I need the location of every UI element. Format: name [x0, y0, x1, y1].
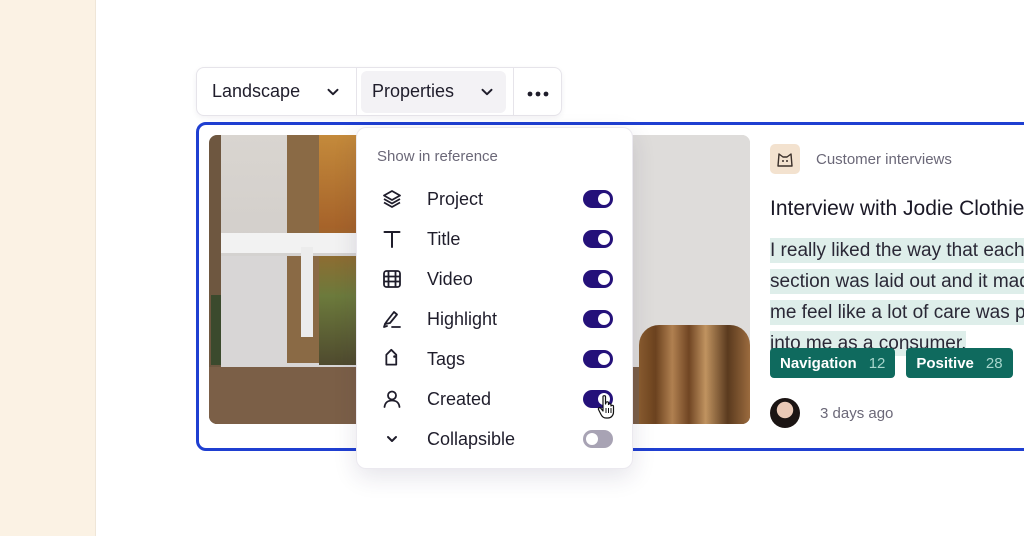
property-label: Tags	[427, 348, 466, 369]
created-timestamp: 3 days ago	[820, 404, 894, 422]
layout-label: Landscape	[212, 81, 301, 101]
properties-label: Properties	[372, 81, 455, 101]
property-toggle[interactable]	[583, 430, 613, 448]
property-toggle[interactable]	[583, 350, 613, 368]
thumbnail-bottle	[211, 295, 221, 365]
property-toggle[interactable]	[583, 190, 613, 208]
property-label: Created	[427, 388, 492, 409]
properties-dropdown: Show in reference Project Title Video Hi…	[356, 127, 633, 469]
created-row: 3 days ago	[770, 398, 893, 428]
reference-details: Customer interviews Interview with Jodie…	[770, 135, 1024, 435]
property-toggle[interactable]	[583, 270, 613, 288]
reference-title: Interview with Jodie Clothier	[770, 197, 1024, 220]
dropdown-heading: Show in reference	[377, 148, 498, 165]
property-item-title[interactable]: Title	[357, 219, 634, 259]
cat-icon	[777, 153, 793, 167]
more-options-button[interactable]	[514, 68, 561, 115]
tag-label: Positive	[916, 354, 974, 372]
property-label: Highlight	[427, 308, 498, 329]
user-icon	[380, 387, 404, 411]
property-item-highlight[interactable]: Highlight	[357, 299, 634, 339]
chevron-down-icon	[380, 427, 404, 451]
tag-label: Navigation	[780, 354, 857, 372]
ellipsis-icon	[527, 81, 549, 102]
property-label: Project	[427, 188, 484, 209]
layers-icon	[380, 187, 404, 211]
property-label: Collapsible	[427, 428, 516, 449]
property-item-tags[interactable]: Tags	[357, 339, 634, 379]
project-avatar	[770, 144, 800, 174]
property-item-collapsible[interactable]: Collapsible	[357, 419, 634, 459]
text-t-icon	[380, 227, 404, 251]
property-item-created[interactable]: Created	[357, 379, 634, 419]
project-row: Customer interviews	[770, 135, 1024, 183]
highlight-text: I really liked the way that each section…	[770, 238, 1024, 356]
sidebar-divider	[95, 0, 96, 536]
layout-dropdown-button[interactable]: Landscape	[197, 68, 357, 115]
tag-chip[interactable]: Navigation 12	[770, 348, 896, 378]
project-name: Customer interviews	[816, 150, 952, 168]
reference-toolbar: Landscape Properties	[196, 67, 562, 116]
properties-wrap: Properties	[357, 68, 514, 115]
tag-list: Navigation 12 Positive 28	[770, 348, 1013, 378]
property-toggle[interactable]	[583, 310, 613, 328]
tag-count: 12	[868, 354, 886, 372]
highlighter-icon	[380, 307, 404, 331]
property-item-video[interactable]: Video	[357, 259, 634, 299]
film-icon	[380, 267, 404, 291]
left-sidebar-background	[0, 0, 95, 536]
property-toggle[interactable]	[583, 230, 613, 248]
thumbnail-bracket	[301, 247, 313, 337]
tag-count: 28	[985, 354, 1003, 372]
property-item-project[interactable]: Project	[357, 179, 634, 219]
properties-dropdown-button[interactable]: Properties	[361, 70, 506, 113]
chevron-down-icon	[326, 85, 340, 99]
tag-icon	[380, 347, 404, 371]
tag-chip[interactable]: Positive 28	[906, 348, 1013, 378]
chevron-down-icon	[480, 85, 494, 99]
thumbnail-guitars	[639, 325, 750, 424]
avatar	[770, 398, 800, 428]
highlight-quote: I really liked the way that each section…	[770, 235, 1024, 359]
property-label: Video	[427, 268, 473, 289]
property-label: Title	[427, 228, 461, 249]
hand-cursor-icon	[596, 394, 618, 425]
